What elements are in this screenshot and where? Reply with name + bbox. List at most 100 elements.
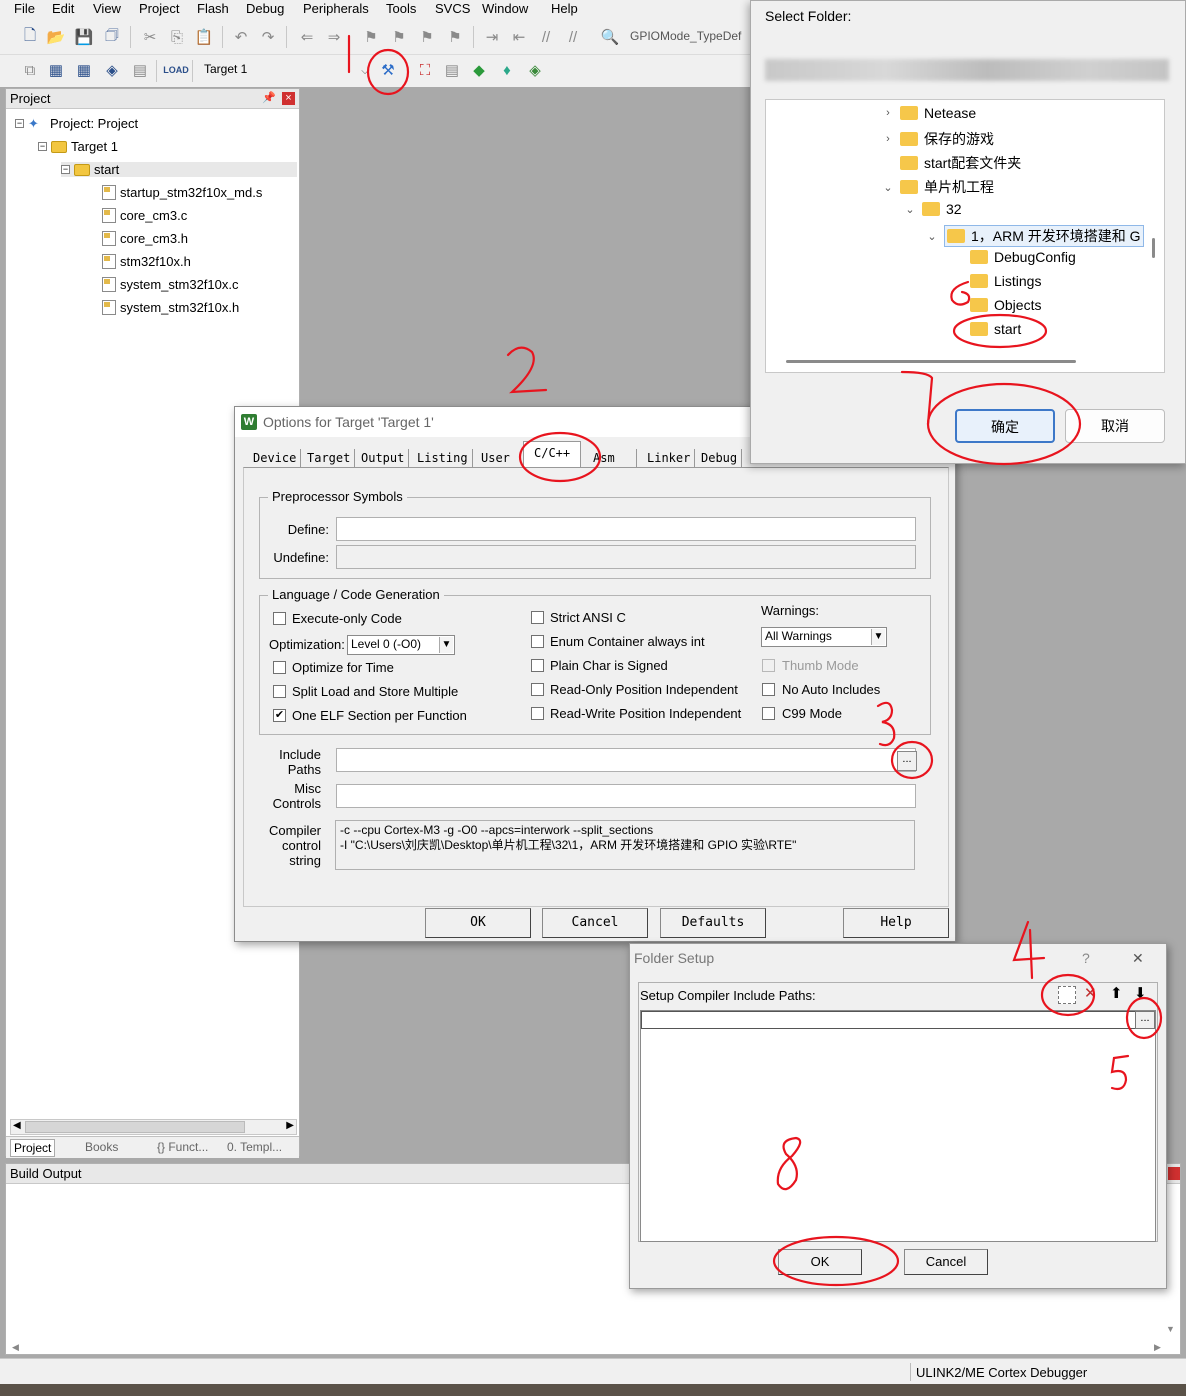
c99-mode-checkbox[interactable] — [762, 707, 775, 720]
scroll-left-icon[interactable]: ◀ — [13, 1120, 21, 1131]
event-recorder-icon[interactable]: ◈ — [525, 60, 545, 80]
save-all-icon[interactable]: 🗇 — [102, 27, 122, 47]
tab-templates[interactable]: 0. Templ... — [224, 1139, 285, 1155]
menu-tools[interactable]: Tools — [386, 1, 416, 16]
scroll-thumb[interactable] — [25, 1121, 245, 1133]
translate-icon[interactable]: ⧉ — [20, 60, 40, 80]
tab-target[interactable]: Target — [303, 449, 356, 467]
find-combo[interactable]: GPIOMode_TypeDef — [626, 27, 750, 47]
tab-linker[interactable]: Linker — [643, 449, 696, 467]
folder-item[interactable]: › 保存的游戏 — [882, 129, 994, 149]
dropdown-arrow-icon[interactable]: ▼ — [871, 629, 885, 645]
chevron-down-icon[interactable]: ⌄ — [882, 181, 894, 194]
cancel-button[interactable]: 取消 — [1065, 409, 1165, 443]
options-for-target-icon[interactable]: ⚒ — [378, 60, 398, 80]
pack-installer-icon[interactable]: ◆ — [469, 60, 489, 80]
menu-help[interactable]: Help — [551, 1, 578, 16]
stop-build-icon[interactable]: ▤ — [130, 60, 150, 80]
tree-target[interactable]: − Target 1 — [38, 139, 118, 154]
scroll-right-icon[interactable]: ▶ — [286, 1120, 294, 1131]
close-icon[interactable] — [1168, 1167, 1180, 1180]
define-input[interactable] — [336, 517, 916, 541]
tab-debug[interactable]: Debug — [697, 449, 743, 467]
include-paths-list[interactable]: ... — [640, 1010, 1156, 1242]
execute-only-checkbox[interactable] — [273, 612, 286, 625]
menu-project[interactable]: Project — [139, 1, 179, 16]
plain-char-checkbox[interactable] — [531, 659, 544, 672]
menu-window[interactable]: Window — [482, 1, 528, 16]
bookmark-set-icon[interactable]: ⚑ — [361, 27, 381, 47]
folder-item[interactable]: Objects — [970, 297, 1041, 313]
chevron-down-icon[interactable]: ⌵ — [355, 61, 375, 81]
tree-group-start[interactable]: − start — [61, 162, 297, 177]
one-elf-checkbox[interactable]: ✔ — [273, 709, 286, 722]
help-icon[interactable]: ? — [1082, 950, 1090, 966]
horizontal-scrollbar[interactable] — [786, 360, 1076, 363]
ok-button[interactable]: OK — [425, 908, 531, 938]
build-icon[interactable]: ▦ — [46, 60, 66, 80]
bookmark-prev-icon[interactable]: ⚑ — [389, 27, 409, 47]
open-file-icon[interactable]: 📂 — [46, 27, 66, 47]
horizontal-scrollbar[interactable]: ◀ ▶ — [10, 1119, 297, 1135]
folder-item[interactable]: Listings — [970, 273, 1041, 289]
strict-ansi-checkbox[interactable] — [531, 611, 544, 624]
tab-cpp[interactable]: C/C++ — [523, 441, 582, 467]
tab-functions[interactable]: {} Funct... — [154, 1139, 211, 1155]
optimize-time-checkbox[interactable] — [273, 661, 286, 674]
split-load-checkbox[interactable] — [273, 685, 286, 698]
comment-icon[interactable]: // — [536, 27, 556, 47]
collapse-icon[interactable]: − — [61, 165, 70, 174]
ok-button[interactable]: OK — [778, 1249, 862, 1275]
save-icon[interactable]: 💾 — [74, 27, 94, 47]
new-path-icon[interactable] — [1058, 986, 1076, 1004]
tab-books[interactable]: Books — [82, 1139, 121, 1155]
tab-output[interactable]: Output — [357, 449, 410, 467]
tab-listing[interactable]: Listing — [413, 449, 473, 467]
rte-icon[interactable]: ♦ — [497, 60, 517, 80]
menu-edit[interactable]: Edit — [52, 1, 74, 16]
manage-project-items-icon[interactable]: ⛶ — [415, 60, 435, 80]
folder-item[interactable]: start配套文件夹 — [882, 153, 1021, 173]
delete-icon[interactable]: ✕ — [1084, 984, 1097, 1002]
scroll-down-icon[interactable]: ▼ — [1166, 1324, 1175, 1334]
folder-item[interactable]: DebugConfig — [970, 249, 1076, 265]
optimization-select[interactable]: Level 0 (-O0) ▼ — [347, 635, 455, 655]
nav-back-icon[interactable]: ⇐ — [297, 27, 317, 47]
nav-forward-icon[interactable]: ⇒ — [324, 27, 344, 47]
tab-asm[interactable]: Asm — [589, 449, 637, 467]
uncomment-icon[interactable]: // — [563, 27, 583, 47]
menu-svcs[interactable]: SVCS — [435, 1, 470, 16]
select-packs-icon[interactable]: ▤ — [442, 60, 462, 80]
redo-icon[interactable]: ↷ — [258, 27, 278, 47]
chevron-right-icon[interactable]: › — [882, 133, 894, 145]
scroll-left-icon[interactable]: ◀ — [12, 1342, 19, 1353]
scroll-right-icon[interactable]: ▶ — [1154, 1342, 1161, 1353]
close-icon[interactable]: ✕ — [1132, 950, 1144, 967]
defaults-button[interactable]: Defaults — [660, 908, 766, 938]
tree-file[interactable]: core_cm3.h — [102, 231, 188, 246]
tree-file[interactable]: stm32f10x.h — [102, 254, 191, 269]
collapse-icon[interactable]: − — [15, 119, 24, 128]
tab-user[interactable]: User — [477, 449, 514, 467]
tree-file[interactable]: system_stm32f10x.c — [102, 277, 239, 292]
undefine-input[interactable] — [336, 545, 916, 569]
menu-debug[interactable]: Debug — [246, 1, 284, 16]
pin-icon[interactable]: 📌 — [262, 91, 276, 104]
move-down-icon[interactable]: ⬇ — [1134, 984, 1147, 1002]
download-icon[interactable]: LOAD — [163, 60, 189, 80]
compiler-control-string[interactable]: -c --cpu Cortex-M3 -g -O0 --apcs=interwo… — [335, 820, 915, 870]
confirm-button[interactable]: 确定 — [955, 409, 1055, 443]
move-up-icon[interactable]: ⬆ — [1110, 984, 1123, 1002]
find-in-files-icon[interactable]: 🔍 — [600, 27, 620, 47]
folder-item[interactable]: ⌄ 32 — [904, 201, 961, 217]
chevron-down-icon[interactable]: ⌄ — [926, 230, 938, 243]
dropdown-arrow-icon[interactable]: ▼ — [439, 637, 453, 653]
cut-icon[interactable]: ✂ — [140, 27, 160, 47]
path-browse-button[interactable]: ... — [1135, 1011, 1155, 1029]
rebuild-icon[interactable]: ▦ — [74, 60, 94, 80]
include-paths-input[interactable] — [336, 748, 916, 772]
tree-file[interactable]: core_cm3.c — [102, 208, 187, 223]
indent-icon[interactable]: ⇥ — [482, 27, 502, 47]
bookmark-clear-icon[interactable]: ⚑ — [445, 27, 465, 47]
target-combo[interactable]: Target 1 — [200, 60, 370, 82]
